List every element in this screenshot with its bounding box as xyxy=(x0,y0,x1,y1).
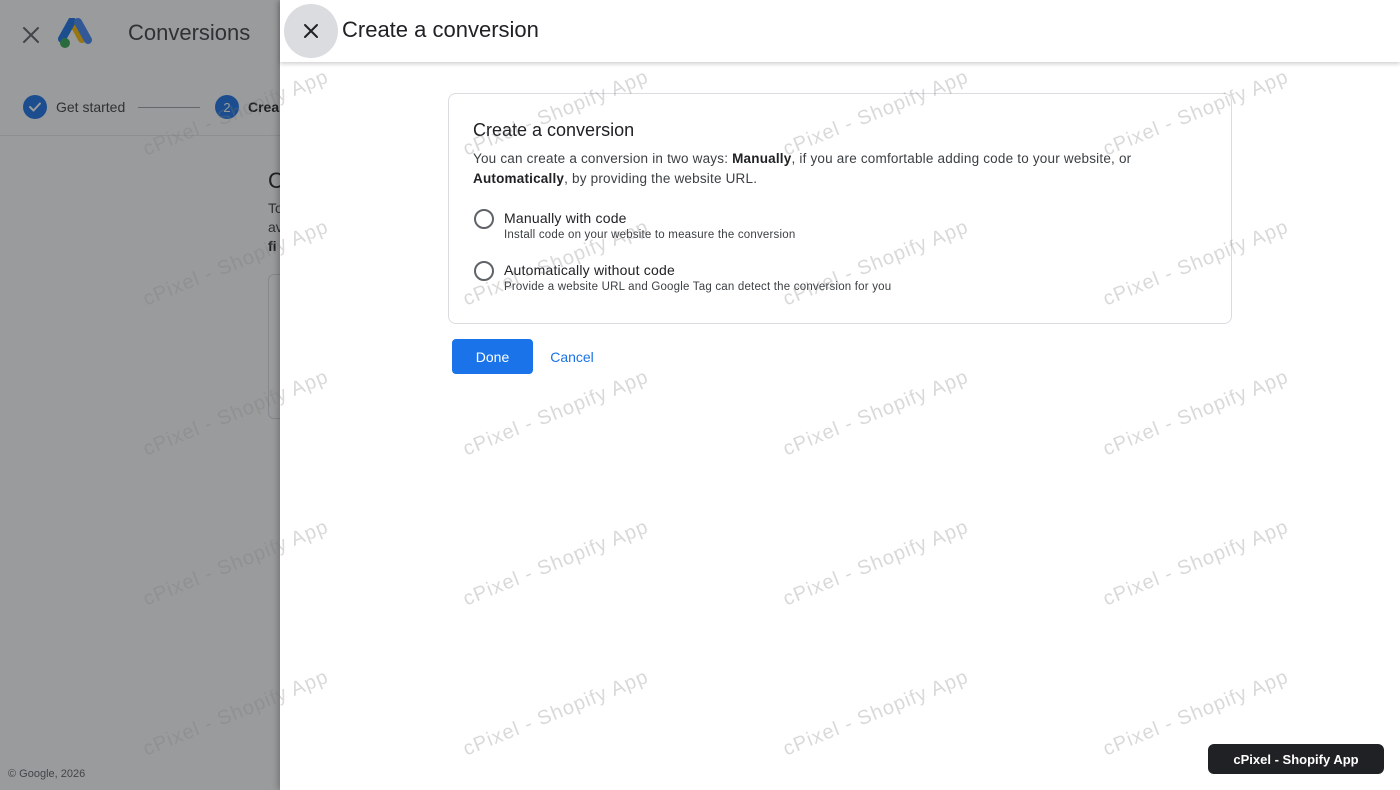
radio-manually[interactable] xyxy=(474,209,494,229)
option-description: Provide a website URL and Google Tag can… xyxy=(504,281,892,293)
panel-title: Create a conversion xyxy=(342,17,539,42)
desc-bold-automatically: Automatically xyxy=(473,171,565,186)
option-label: Manually with code xyxy=(504,210,627,226)
desc-bold-manually: Manually xyxy=(732,151,792,166)
close-icon xyxy=(304,24,318,38)
desc-text: , if you are comfortable adding code to … xyxy=(791,151,1132,166)
card-title: Create a conversion xyxy=(473,120,635,140)
done-button[interactable]: Done xyxy=(452,339,533,374)
desc-text: You can create a conversion in two ways: xyxy=(473,151,733,166)
panel-header: Create a conversion xyxy=(280,0,1400,62)
conversion-method-card: Create a conversion You can create a con… xyxy=(448,93,1232,324)
option-description: Install code on your website to measure … xyxy=(504,229,796,241)
radio-automatically[interactable] xyxy=(474,261,494,281)
create-conversion-panel: Create a conversion Create a conversion … xyxy=(280,0,1400,790)
option-label: Automatically without code xyxy=(504,262,675,278)
cpixel-badge: cPixel - Shopify App xyxy=(1208,744,1384,774)
cancel-button[interactable]: Cancel xyxy=(540,339,604,374)
card-description: You can create a conversion in two ways:… xyxy=(473,149,1213,189)
desc-text: , by providing the website URL. xyxy=(564,171,758,186)
panel-close-button[interactable] xyxy=(284,4,338,58)
